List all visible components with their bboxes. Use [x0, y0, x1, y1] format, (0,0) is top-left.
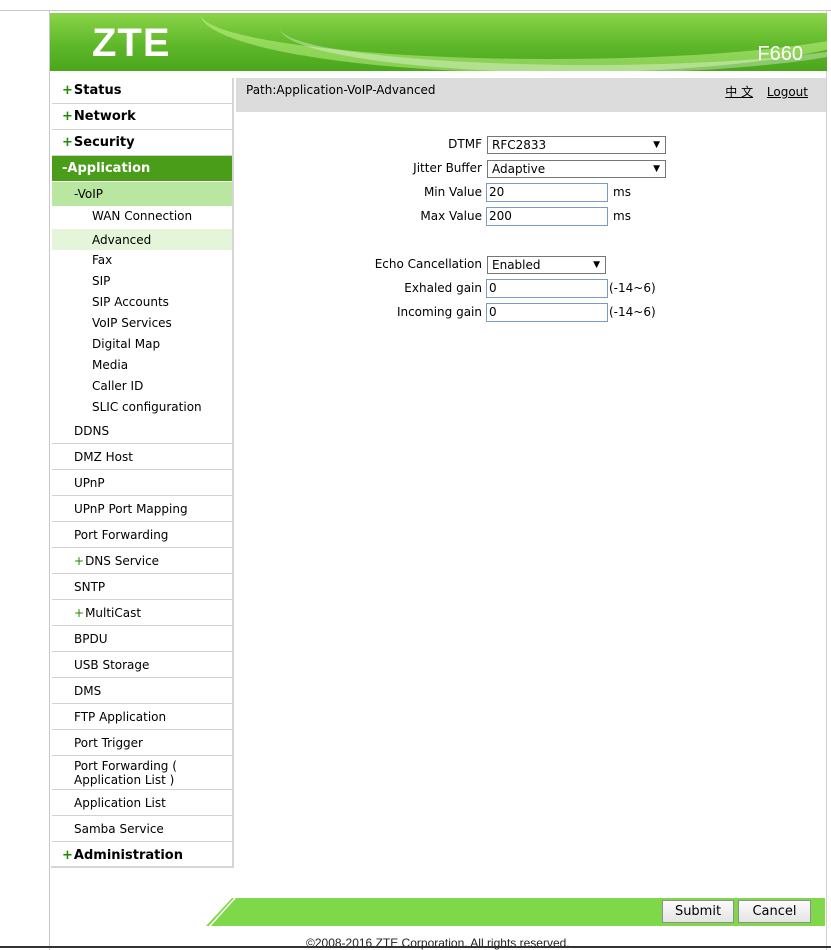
cancel-button[interactable]: Cancel: [738, 900, 811, 923]
expand-plus-icon: +: [74, 605, 85, 620]
min-value-input[interactable]: 20: [486, 183, 608, 202]
nav-network[interactable]: + Network: [52, 104, 232, 130]
incoming-gain-input[interactable]: 0: [486, 303, 608, 322]
jitter-buffer-label: Jitter Buffer: [413, 161, 482, 175]
nav-bpdu[interactable]: BPDU: [52, 626, 232, 652]
max-value-label: Max Value: [420, 209, 482, 223]
nav-port-trigger[interactable]: Port Trigger: [52, 730, 232, 756]
expand-plus-icon: +: [62, 83, 73, 98]
nav-ftp-application[interactable]: FTP Application: [52, 704, 232, 730]
max-value-input[interactable]: 200: [486, 207, 608, 226]
nav-administration[interactable]: + Administration: [52, 842, 232, 868]
nav-application-list[interactable]: Application List: [52, 790, 232, 816]
expand-plus-icon: +: [62, 109, 73, 124]
nav-application[interactable]: -Application: [52, 156, 232, 181]
nav-dms[interactable]: DMS: [52, 678, 232, 704]
incoming-gain-label: Incoming gain: [396, 305, 482, 319]
nav-port-forwarding[interactable]: Port Forwarding: [52, 522, 232, 548]
expand-plus-icon: +: [62, 847, 73, 863]
nav-dmz-host[interactable]: DMZ Host: [52, 444, 232, 470]
nav-application-label: -Application: [62, 161, 151, 176]
path-bar: Path:Application-VoIP-Advanced 中 文 Logou…: [236, 78, 826, 112]
exhaled-gain-label: Exhaled gain: [404, 281, 482, 295]
nav-multicast[interactable]: + MultiCast: [52, 600, 232, 626]
max-value-unit: ms: [613, 209, 631, 223]
dropdown-arrow-icon: ▼: [593, 260, 600, 270]
nav-dns-service-label: DNS Service: [85, 553, 160, 568]
nav-dns-service[interactable]: + DNS Service: [52, 548, 232, 574]
sub-advanced[interactable]: Advanced: [52, 229, 232, 250]
nav-security[interactable]: + Security: [52, 130, 232, 156]
header-banner: ZTE F660: [50, 13, 827, 71]
exhaled-gain-range: (-14~6): [609, 281, 656, 295]
echo-cancellation-select[interactable]: Enabled ▼: [487, 256, 606, 274]
dropdown-arrow-icon: ▼: [653, 164, 660, 174]
exhaled-gain-input[interactable]: 0: [486, 279, 608, 298]
nav-voip-label: -VoIP: [74, 187, 104, 201]
sub-fax[interactable]: Fax: [52, 249, 232, 270]
nav-upnp[interactable]: UPnP: [52, 470, 232, 496]
min-value-label: Min Value: [423, 185, 482, 199]
echo-cancellation-label: Echo Cancellation: [374, 257, 482, 271]
submit-button[interactable]: Submit: [662, 900, 734, 923]
nav-ddns[interactable]: DDNS: [52, 418, 232, 444]
nav-network-label: Network: [73, 109, 136, 124]
expand-plus-icon: +: [62, 135, 73, 150]
sub-caller-id[interactable]: Caller ID: [52, 375, 232, 396]
sub-voip-services[interactable]: VoIP Services: [52, 312, 232, 333]
nav-multicast-label: MultiCast: [85, 605, 142, 620]
nav-upnp-port-mapping[interactable]: UPnP Port Mapping: [52, 496, 232, 522]
jitter-buffer-select-value: Adaptive: [492, 162, 546, 176]
sub-slic-configuration[interactable]: SLIC configuration: [52, 396, 232, 417]
language-link[interactable]: 中 文: [725, 85, 753, 99]
device-model: F660: [757, 43, 803, 65]
nav-security-label: Security: [73, 135, 135, 150]
sidebar-nav: + Status + Network + Security -Application …: [51, 78, 234, 868]
sub-sip-accounts[interactable]: SIP Accounts: [52, 291, 232, 312]
nav-port-forwarding-app-list[interactable]: Port Forwarding ( Application List ): [52, 756, 232, 790]
logout-link[interactable]: Logout: [767, 85, 808, 99]
sub-media[interactable]: Media: [52, 354, 232, 375]
echo-cancellation-select-value: Enabled: [492, 258, 541, 272]
jitter-buffer-select[interactable]: Adaptive ▼: [487, 160, 666, 178]
dtmf-label: DTMF: [448, 137, 482, 151]
nav-status-label: Status: [73, 83, 122, 98]
min-value-unit: ms: [613, 185, 631, 199]
dtmf-select-value: RFC2833: [492, 138, 547, 152]
nav-samba-service[interactable]: Samba Service: [52, 816, 232, 842]
nav-usb-storage[interactable]: USB Storage: [52, 652, 232, 678]
dropdown-arrow-icon: ▼: [653, 140, 660, 150]
sub-sip[interactable]: SIP: [52, 270, 232, 291]
nav-administration-label: Administration: [73, 847, 183, 863]
incoming-gain-range: (-14~6): [609, 305, 656, 319]
nav-voip[interactable]: -VoIP: [52, 182, 232, 206]
zte-logo: ZTE: [92, 21, 171, 65]
breadcrumb: Path:Application-VoIP-Advanced: [246, 83, 436, 97]
nav-status[interactable]: + Status: [52, 78, 232, 104]
sub-digital-map[interactable]: Digital Map: [52, 333, 232, 354]
expand-plus-icon: +: [74, 553, 85, 568]
nav-sntp[interactable]: SNTP: [52, 574, 232, 600]
dtmf-select[interactable]: RFC2833 ▼: [487, 136, 666, 154]
sub-wan-connection[interactable]: WAN Connection: [52, 205, 232, 226]
